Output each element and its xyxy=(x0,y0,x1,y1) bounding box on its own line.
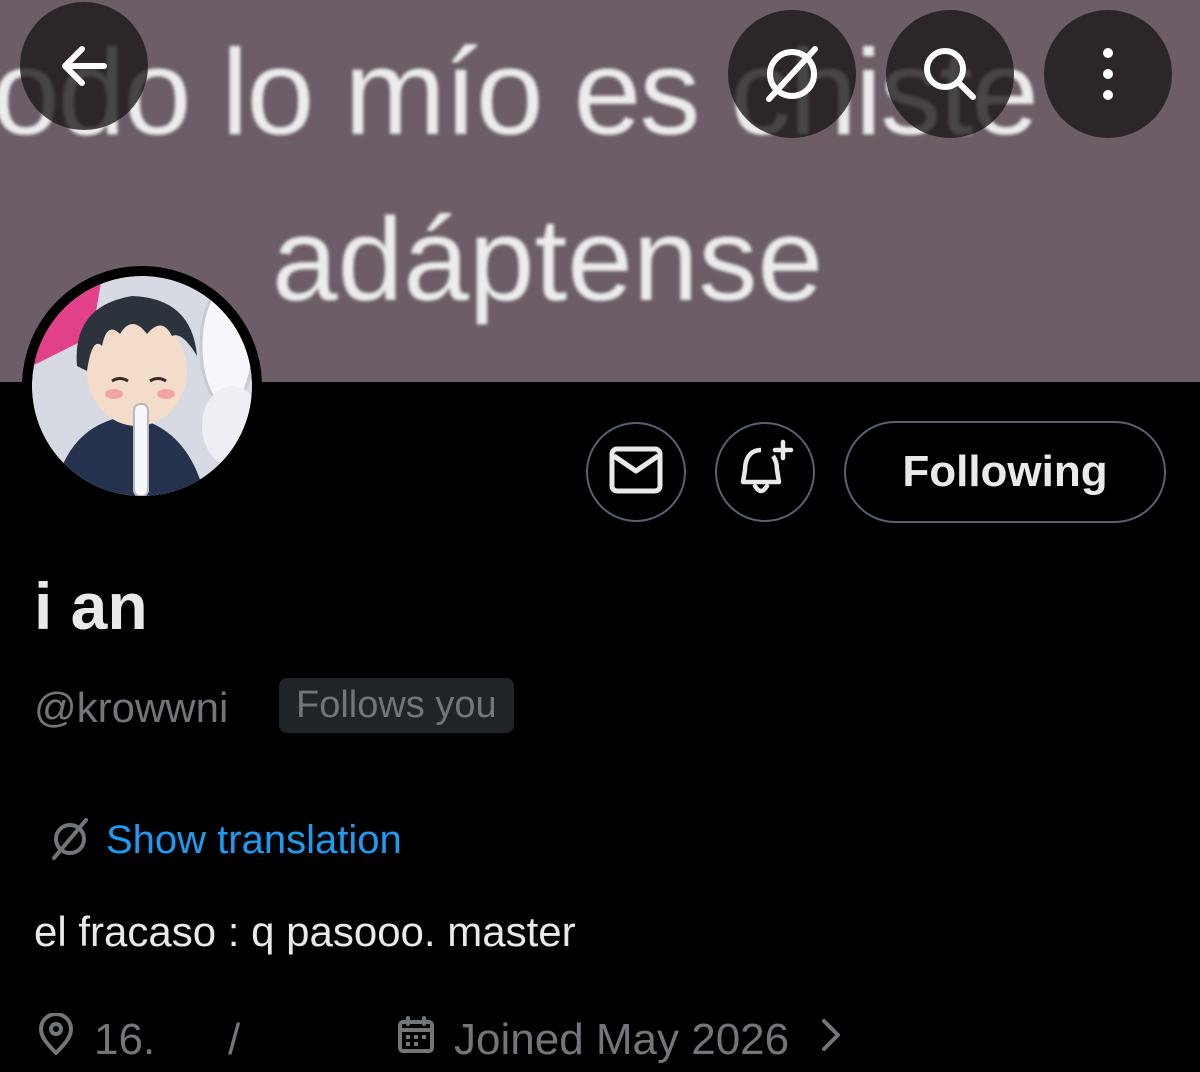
notify-button[interactable] xyxy=(715,422,815,522)
calendar-icon xyxy=(396,1015,436,1066)
message-button[interactable] xyxy=(586,422,686,522)
translate-icon xyxy=(757,39,827,109)
show-translation-link[interactable]: Show translation xyxy=(46,814,402,867)
more-options-button[interactable] xyxy=(1044,10,1172,138)
following-label: Following xyxy=(902,447,1108,496)
location: 16. xyxy=(36,1010,155,1070)
following-button[interactable]: Following xyxy=(844,421,1166,523)
banner-text-line1: todo lo mío es chiste xyxy=(0,24,1039,160)
joined-date[interactable]: Joined May 2026 xyxy=(396,1010,843,1070)
envelope-icon xyxy=(608,445,664,500)
bell-plus-icon xyxy=(733,438,797,507)
translate-icon xyxy=(46,814,94,867)
follows-you-badge: Follows you xyxy=(279,678,514,733)
banner-text-line2: adáptense xyxy=(272,194,824,326)
show-translation-label: Show translation xyxy=(106,818,402,862)
avatar-image xyxy=(32,276,252,496)
location-pin-icon xyxy=(36,1011,76,1068)
display-name: i an xyxy=(34,569,148,643)
chevron-right-icon xyxy=(819,1015,843,1066)
follows-you-label: Follows you xyxy=(296,684,497,726)
search-icon xyxy=(917,41,983,107)
back-button[interactable] xyxy=(20,2,148,130)
location-label: 16. xyxy=(94,1015,156,1064)
profile-page: todo lo mío es chiste adáptense Followin… xyxy=(0,0,1200,1072)
avatar[interactable] xyxy=(22,266,262,506)
more-vertical-icon xyxy=(1098,44,1118,104)
bio: el fracaso : q pasooo. master xyxy=(34,908,576,955)
arrow-left-icon xyxy=(52,34,116,98)
location-separator: / xyxy=(228,1015,241,1064)
handle: @krowwni xyxy=(34,684,229,731)
translate-button[interactable] xyxy=(728,10,856,138)
search-button[interactable] xyxy=(886,10,1014,138)
profile-meta: 16. / Joined May 2026 xyxy=(36,1010,1196,1070)
joined-label: Joined May 2026 xyxy=(454,1015,790,1064)
